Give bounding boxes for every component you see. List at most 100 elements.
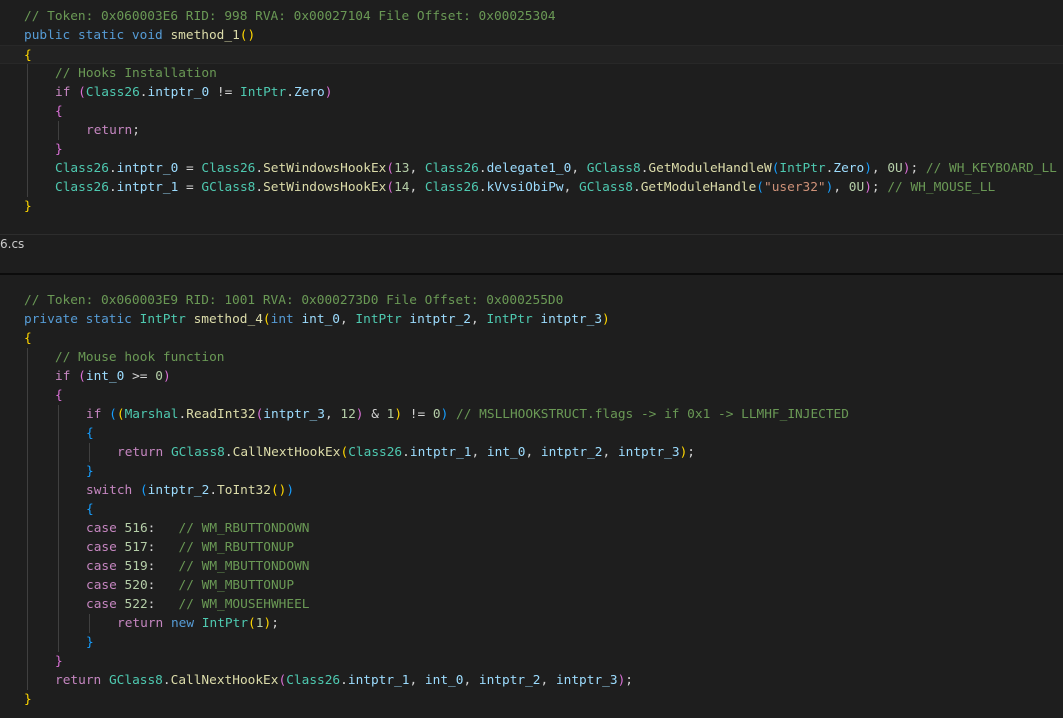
code-line[interactable]: if ((Marshal.ReadInt32(intptr_3, 12) & 1…: [0, 405, 1063, 424]
code-line[interactable]: {: [0, 500, 1063, 519]
code-token: ): [394, 407, 403, 422]
code-token: IntPtr: [779, 161, 826, 176]
code-token: ,: [409, 673, 425, 688]
code-line[interactable]: // Mouse hook function: [0, 348, 1063, 367]
code-line[interactable]: private static IntPtr smethod_4(int int_…: [0, 310, 1063, 329]
code-line[interactable]: }: [0, 140, 1063, 159]
code-token: }: [86, 464, 94, 479]
code-token: {: [24, 48, 32, 63]
code-token: return: [117, 616, 164, 631]
code-token: ): [286, 483, 295, 498]
code-line[interactable]: return;: [0, 121, 1063, 140]
code-line[interactable]: if (int_0 >= 0): [0, 367, 1063, 386]
code-token: intptr_1: [116, 180, 179, 195]
code-line[interactable]: return GClass8.CallNextHookEx(Class26.in…: [0, 443, 1063, 462]
code-token: }: [24, 199, 32, 214]
code-token: intptr_0: [116, 161, 179, 176]
code-token: // Token: 0x060003E6 RID: 998 RVA: 0x000…: [24, 9, 556, 24]
code-token: intptr_1: [409, 445, 472, 460]
code-token: ToInt32: [217, 483, 271, 498]
code-token: .: [478, 180, 487, 195]
code-line[interactable]: }: [0, 462, 1063, 481]
code-token: Zero: [833, 161, 865, 176]
code-token: ;: [132, 123, 140, 138]
code-token: static: [85, 312, 132, 327]
code-line[interactable]: Class26.intptr_1 = GClass8.SetWindowsHoo…: [0, 178, 1063, 197]
code-token: :: [147, 521, 179, 536]
code-token: "user32": [764, 180, 826, 195]
code-line[interactable]: case 522: // WM_MOUSEHWHEEL: [0, 595, 1063, 614]
code-token: .: [108, 161, 117, 176]
code-token: (: [116, 407, 125, 422]
code-line[interactable]: // Token: 0x060003E9 RID: 1001 RVA: 0x00…: [0, 291, 1063, 310]
code-token: int_0: [424, 673, 464, 688]
code-token: ,: [471, 445, 487, 460]
code-token: intptr_2: [147, 483, 210, 498]
code-line[interactable]: case 519: // WM_MBUTTONDOWN: [0, 557, 1063, 576]
code-token: Class26: [424, 161, 479, 176]
code-token: // WM_MBUTTONDOWN: [178, 559, 310, 574]
code-token: intptr_3: [555, 673, 618, 688]
code-token: (: [248, 616, 256, 631]
code-token: ,: [525, 445, 541, 460]
code-token: ,: [471, 312, 487, 327]
code-token: Class26: [85, 85, 140, 100]
code-line[interactable]: }: [0, 197, 1063, 216]
code-token: .: [255, 161, 264, 176]
code-token: intptr_3: [263, 407, 325, 422]
code-token: IntPtr: [355, 312, 402, 327]
code-line[interactable]: Class26.intptr_0 = Class26.SetWindowsHoo…: [0, 159, 1063, 178]
code-token: if: [55, 85, 71, 100]
code-line[interactable]: {: [0, 329, 1063, 348]
code-line[interactable]: }: [0, 652, 1063, 671]
code-token: Class26: [424, 180, 479, 195]
code-token: ,: [340, 312, 356, 327]
code-line[interactable]: {: [0, 424, 1063, 443]
code-line[interactable]: {: [0, 102, 1063, 121]
code-line[interactable]: if (Class26.intptr_0 != IntPtr.Zero): [0, 83, 1063, 102]
code-token: ,: [324, 407, 341, 422]
code-token: intptr_3: [617, 445, 680, 460]
code-token: return: [55, 673, 102, 688]
code-line[interactable]: return GClass8.CallNextHookEx(Class26.in…: [0, 671, 1063, 690]
code-token: delegate1_0: [486, 161, 572, 176]
code-editor-top[interactable]: // Token: 0x060003E6 RID: 998 RVA: 0x000…: [0, 0, 1063, 234]
code-line[interactable]: switch (intptr_2.ToInt32()): [0, 481, 1063, 500]
code-token: (: [139, 483, 148, 498]
code-line[interactable]: // Hooks Installation: [0, 64, 1063, 83]
code-line[interactable]: {: [0, 45, 1063, 64]
code-token: ,: [602, 445, 618, 460]
code-line[interactable]: {: [0, 386, 1063, 405]
code-line[interactable]: case 517: // WM_RBUTTONUP: [0, 538, 1063, 557]
code-token: (: [78, 369, 86, 384]
code-token: {: [24, 331, 32, 346]
code-token: private: [24, 312, 78, 327]
code-line[interactable]: }: [0, 633, 1063, 652]
code-token: Class26: [55, 180, 109, 195]
code-editor-bottom[interactable]: // Token: 0x060003E9 RID: 1001 RVA: 0x00…: [0, 276, 1063, 718]
code-token: :: [147, 578, 179, 593]
code-line[interactable]: }: [0, 690, 1063, 709]
code-token: IntPtr: [201, 616, 249, 631]
code-token: GClass8: [108, 673, 163, 688]
code-line[interactable]: case 516: // WM_RBUTTONDOWN: [0, 519, 1063, 538]
indent-guide: [27, 348, 28, 690]
code-token: CallNextHookEx: [170, 673, 279, 688]
indent-guide: [58, 121, 59, 140]
code-token: (: [386, 180, 395, 195]
file-tab-label[interactable]: 6.cs: [0, 237, 24, 251]
code-line[interactable]: public static void smethod_1(): [0, 26, 1063, 45]
code-line[interactable]: case 520: // WM_MBUTTONUP: [0, 576, 1063, 595]
code-line[interactable]: // Token: 0x060003E6 RID: 998 RVA: 0x000…: [0, 7, 1063, 26]
code-token: intptr_2: [478, 673, 541, 688]
code-token: ;: [871, 180, 888, 195]
code-token: >=: [124, 369, 156, 384]
code-line[interactable]: return new IntPtr(1);: [0, 614, 1063, 633]
code-token: ): [864, 180, 872, 195]
